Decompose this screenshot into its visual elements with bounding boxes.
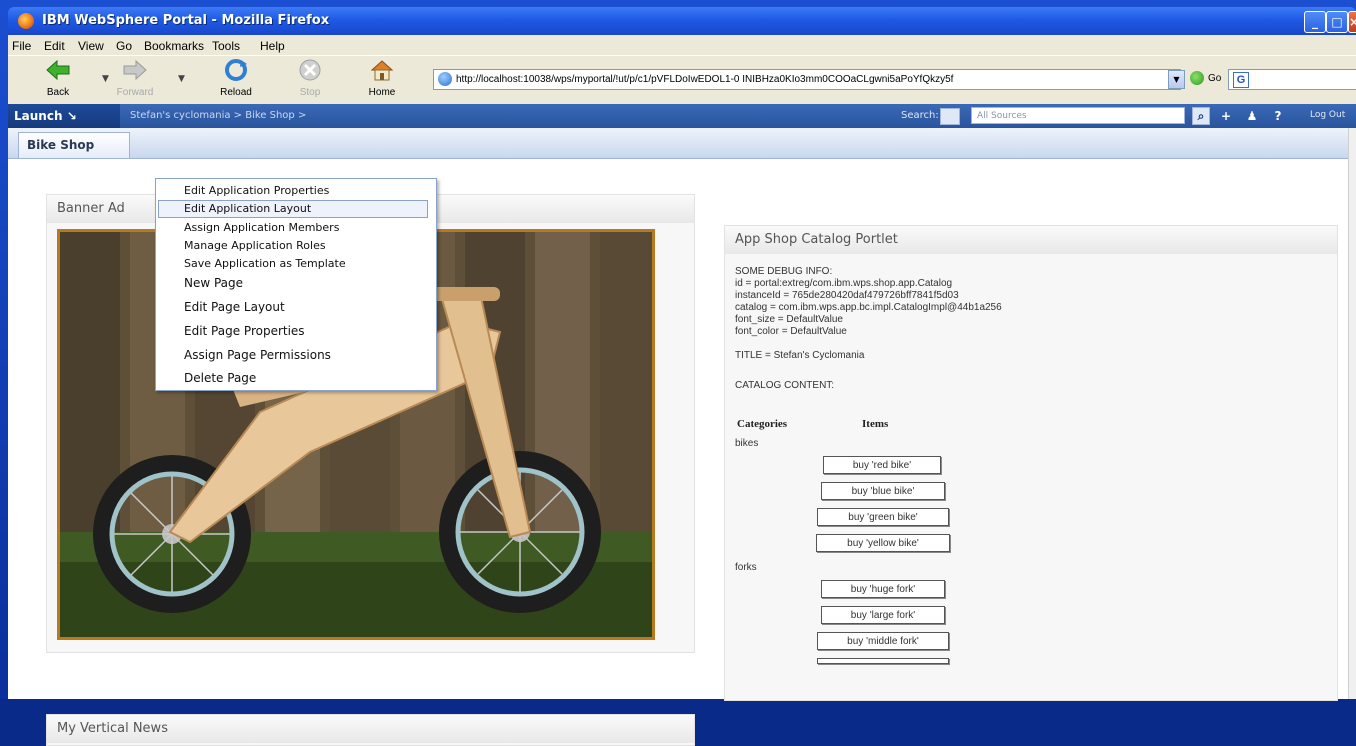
- buy-green-bike-button[interactable]: buy 'green bike': [817, 508, 949, 526]
- maximize-icon[interactable]: □: [1326, 11, 1348, 33]
- launch-label: Launch: [14, 109, 63, 123]
- catalog-portlet: App Shop Catalog Portlet SOME DEBUG INFO…: [724, 225, 1338, 701]
- buy-red-bike-button[interactable]: buy 'red bike': [823, 456, 941, 474]
- stop-icon: [299, 59, 321, 81]
- buy-blue-bike-button[interactable]: buy 'blue bike': [821, 482, 945, 500]
- catalog-content-label: CATALOG CONTENT:: [735, 380, 835, 391]
- log-out-link[interactable]: Log Out: [1310, 110, 1345, 120]
- home-button[interactable]: Home: [360, 58, 404, 100]
- stop-label: Stop: [299, 87, 321, 98]
- firefox-icon: [18, 13, 34, 29]
- close-icon[interactable]: ×: [1348, 11, 1356, 33]
- back-history-dropdown-icon[interactable]: ▼: [102, 74, 109, 84]
- portal-search-input[interactable]: All Sources: [971, 107, 1185, 124]
- site-globe-icon: [438, 72, 452, 86]
- catalog-body: SOME DEBUG INFO: id = portal:extreg/com.…: [735, 266, 1327, 664]
- reload-icon: [225, 59, 247, 81]
- web-search-input[interactable]: G: [1228, 69, 1356, 90]
- vertical-scrollbar[interactable]: [1348, 128, 1356, 699]
- catalog-title-line: TITLE = Stefan's Cyclomania: [735, 350, 865, 361]
- buy-huge-fork-button[interactable]: buy 'huge fork': [821, 580, 945, 598]
- url-history-dropdown-icon[interactable]: ▼: [1168, 70, 1185, 89]
- debug-instance-id: instanceId = 765de280420daf479726bff7841…: [735, 290, 959, 301]
- address-bar[interactable]: http://localhost:10038/wps/myportal/!ut/…: [433, 69, 1181, 90]
- back-button[interactable]: Back: [38, 58, 78, 100]
- go-arrow-icon[interactable]: [1190, 71, 1204, 85]
- debug-header: SOME DEBUG INFO:: [735, 266, 833, 277]
- buy-middle-fork-button[interactable]: buy 'middle fork': [817, 632, 949, 650]
- reload-label: Reload: [220, 87, 252, 98]
- menu-go[interactable]: Go: [116, 39, 132, 53]
- page-tab-bar: Bike Shop: [8, 128, 1348, 159]
- user-profile-icon[interactable]: ♟: [1244, 108, 1260, 124]
- forward-label: Forward: [116, 87, 154, 98]
- buy-fork-button-partial[interactable]: [817, 658, 949, 664]
- home-icon: [370, 60, 394, 81]
- back-arrow-icon: [46, 59, 70, 81]
- menu-item-edit-application-properties[interactable]: Edit Application Properties: [184, 184, 329, 197]
- forward-button[interactable]: Forward: [112, 58, 158, 100]
- debug-id: id = portal:extreg/com.ibm.wps.shop.app.…: [735, 278, 953, 289]
- vertical-news-portlet: My Vertical News: [46, 714, 695, 746]
- categories-header: Categories: [737, 418, 788, 430]
- menu-item-delete-page[interactable]: Delete Page: [184, 371, 256, 385]
- breadcrumb[interactable]: Stefan's cyclomania > Bike Shop >: [130, 110, 306, 121]
- browser-window: File Edit View Go Bookmarks Tools Help B…: [8, 35, 1356, 746]
- search-scope-icon[interactable]: [940, 108, 960, 125]
- menu-help[interactable]: Help: [260, 39, 285, 53]
- menu-item-edit-page-layout[interactable]: Edit Page Layout: [184, 300, 285, 314]
- menu-item-edit-page-properties[interactable]: Edit Page Properties: [184, 324, 305, 338]
- portal-banner: Launch ↘ Stefan's cyclomania > Bike Shop…: [8, 104, 1356, 128]
- menu-item-save-application-as-template[interactable]: Save Application as Template: [184, 257, 346, 270]
- go-button[interactable]: Go: [1208, 73, 1221, 84]
- menu-view[interactable]: View: [78, 39, 104, 53]
- menu-file[interactable]: File: [12, 39, 31, 53]
- menu-item-assign-application-members[interactable]: Assign Application Members: [184, 221, 339, 234]
- stop-button[interactable]: Stop: [290, 58, 330, 100]
- minimize-icon[interactable]: _: [1304, 11, 1326, 33]
- menu-edit[interactable]: Edit: [44, 39, 65, 53]
- vertical-news-title: My Vertical News: [47, 715, 694, 743]
- debug-catalog: catalog = com.ibm.wps.app.bc.impl.Catalo…: [735, 302, 1002, 313]
- tab-bike-shop[interactable]: Bike Shop: [18, 132, 130, 158]
- launch-button[interactable]: Launch ↘: [8, 104, 120, 128]
- debug-font-color: font_color = DefaultValue: [735, 326, 847, 337]
- add-icon[interactable]: +: [1218, 108, 1234, 124]
- window-title-bar: IBM WebSphere Portal - Mozilla Firefox _…: [8, 7, 1356, 35]
- help-icon[interactable]: ?: [1270, 108, 1286, 124]
- category-bikes: bikes: [735, 438, 759, 449]
- category-forks: forks: [735, 562, 757, 573]
- portal-search-go-icon[interactable]: ⌕: [1192, 107, 1210, 125]
- forward-arrow-icon: [123, 59, 147, 81]
- portal-search-label: Search:: [901, 110, 939, 121]
- page-actions-menu: Edit Application Properties Edit Applica…: [155, 178, 437, 391]
- buy-large-fork-button[interactable]: buy 'large fork': [821, 606, 945, 624]
- menu-bookmarks[interactable]: Bookmarks: [144, 39, 204, 53]
- items-header: Items: [862, 418, 889, 430]
- buy-yellow-bike-button[interactable]: buy 'yellow bike': [816, 534, 950, 552]
- menu-bar: File Edit View Go Bookmarks Tools Help: [8, 35, 1356, 55]
- home-label: Home: [368, 87, 396, 98]
- navigation-toolbar: Back ▼ Forward ▼ Reload Stop Home http:/…: [8, 55, 1356, 102]
- menu-item-assign-page-permissions[interactable]: Assign Page Permissions: [184, 348, 331, 362]
- menu-item-edit-application-layout[interactable]: Edit Application Layout: [158, 200, 428, 218]
- catalog-title: App Shop Catalog Portlet: [725, 226, 1337, 254]
- menu-item-new-page[interactable]: New Page: [184, 276, 243, 290]
- url-text: http://localhost:10038/wps/myportal/!ut/…: [456, 74, 954, 85]
- reload-button[interactable]: Reload: [208, 58, 264, 100]
- menu-item-manage-application-roles[interactable]: Manage Application Roles: [184, 239, 326, 252]
- google-search-engine-icon[interactable]: G: [1233, 72, 1249, 88]
- window-title: IBM WebSphere Portal - Mozilla Firefox: [42, 13, 330, 28]
- launch-arrow-icon: ↘: [66, 109, 77, 123]
- forward-history-dropdown-icon[interactable]: ▼: [178, 74, 185, 84]
- menu-tools[interactable]: Tools: [212, 39, 240, 53]
- debug-font-size: font_size = DefaultValue: [735, 314, 843, 325]
- back-label: Back: [46, 87, 70, 98]
